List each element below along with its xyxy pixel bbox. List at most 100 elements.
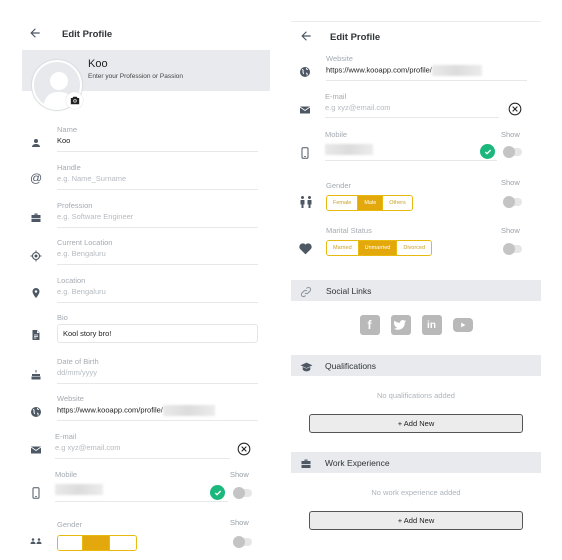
- name-field[interactable]: Name Koo: [22, 123, 258, 153]
- show-label: Show: [230, 518, 249, 527]
- camera-icon[interactable]: [66, 92, 83, 109]
- current-location-input[interactable]: e.g. Bengaluru: [57, 249, 106, 258]
- gender-field: Gender Show: [22, 518, 258, 560]
- back-arrow-icon[interactable]: [299, 29, 315, 45]
- show-gender-toggle[interactable]: [503, 196, 522, 208]
- header: Edit Profile: [291, 25, 541, 49]
- mobile-input[interactable]: [55, 484, 103, 495]
- clear-email-icon[interactable]: [508, 102, 522, 116]
- location-label: Location: [57, 276, 86, 285]
- linkedin-icon[interactable]: in: [421, 315, 442, 335]
- mobile-label: Mobile: [55, 470, 78, 479]
- show-label: Show: [230, 470, 249, 479]
- handle-field[interactable]: Handle @ e.g. Name_Surname: [22, 161, 258, 191]
- facebook-icon[interactable]: f: [359, 315, 380, 335]
- add-work-experience-button[interactable]: + Add New: [309, 511, 523, 530]
- email-label: E-mail: [325, 92, 347, 101]
- profession-label: Profession: [57, 201, 93, 210]
- marital-status-field: Marital Status Show Married Unmarried Di…: [291, 225, 527, 265]
- show-gender-toggle[interactable]: [233, 536, 252, 548]
- social-links-title: Social Links: [326, 285, 372, 296]
- people-icon: [299, 195, 312, 208]
- verified-check-icon: [480, 144, 495, 159]
- profession-field[interactable]: Profession e.g. Software Engineer: [22, 199, 258, 229]
- profile-subtitle[interactable]: Enter your Profession or Passion: [88, 73, 183, 80]
- location-field[interactable]: Location e.g. Bengaluru: [22, 274, 258, 304]
- marital-option-married[interactable]: Married: [327, 241, 359, 255]
- marital-option-unmarried[interactable]: Unmarried: [358, 241, 398, 255]
- gender-label: Gender: [326, 181, 352, 190]
- redacted-username: [162, 405, 215, 416]
- youtube-icon[interactable]: [452, 318, 473, 332]
- social-links-row: f in: [291, 315, 541, 335]
- website-input[interactable]: https://www.kooapp.com/profile/: [57, 405, 215, 416]
- back-arrow-icon[interactable]: [28, 26, 44, 42]
- gender-label: Gender: [57, 520, 83, 529]
- gps-crosshair-icon: [30, 249, 42, 262]
- twitter-icon[interactable]: [390, 315, 411, 335]
- divider: [291, 21, 541, 22]
- dob-input[interactable]: dd/mm/yyyy: [57, 368, 97, 377]
- website-field[interactable]: Website https://www.kooapp.com/profile/: [22, 392, 258, 422]
- show-label: Show: [501, 130, 520, 139]
- current-location-label: Current Location: [57, 238, 113, 247]
- dob-field[interactable]: Date of Birth dd/mm/yyyy: [22, 355, 258, 385]
- show-mobile-toggle[interactable]: [503, 146, 522, 158]
- at-sign-icon: @: [30, 171, 43, 185]
- name-label: Name: [57, 125, 78, 134]
- qualifications-section-header: Qualifications: [291, 355, 541, 376]
- globe-icon: [30, 405, 42, 417]
- add-qualification-button[interactable]: + Add New: [309, 414, 523, 433]
- document-icon: [30, 328, 42, 340]
- website-input[interactable]: https://www.kooapp.com/profile/: [326, 65, 482, 76]
- handle-input[interactable]: e.g. Name_Surname: [57, 174, 126, 183]
- edit-profile-screen-left: Edit Profile Koo Enter your Profession o…: [22, 0, 270, 560]
- redacted-phone-number: [325, 144, 373, 155]
- birthday-cake-icon: [30, 368, 42, 380]
- profile-name[interactable]: Koo: [88, 58, 108, 70]
- gender-option-male[interactable]: Male: [358, 196, 384, 210]
- page-title: Edit Profile: [62, 28, 113, 40]
- gender-option-female[interactable]: Female: [327, 196, 359, 210]
- envelope-icon: [30, 443, 42, 455]
- website-field[interactable]: Website https://www.kooapp.com/profile/: [291, 52, 527, 82]
- smartphone-icon: [30, 486, 42, 499]
- qualifications-empty-message: No qualifications added: [377, 391, 455, 400]
- bio-field: Bio Kool story bro!: [22, 311, 258, 347]
- show-mobile-toggle[interactable]: [233, 487, 252, 499]
- show-marital-status-toggle[interactable]: [503, 243, 522, 255]
- email-field[interactable]: E-mail e.g xyz@email.com: [291, 90, 527, 120]
- globe-icon: [299, 65, 311, 77]
- marital-option-divorced[interactable]: Divorced: [397, 241, 432, 255]
- clear-email-icon[interactable]: [237, 442, 251, 456]
- location-input[interactable]: e.g. Bengaluru: [57, 287, 106, 296]
- mobile-input[interactable]: [325, 144, 373, 155]
- mobile-field[interactable]: Mobile Show: [291, 128, 527, 166]
- email-input[interactable]: e.g xyz@email.com: [325, 103, 391, 112]
- profession-input[interactable]: e.g. Software Engineer: [57, 212, 133, 221]
- redacted-phone-number: [55, 484, 103, 495]
- page-title: Edit Profile: [330, 31, 381, 43]
- website-label: Website: [57, 394, 84, 403]
- name-input[interactable]: Koo: [57, 136, 70, 145]
- email-label: E-mail: [55, 432, 77, 441]
- redacted-username: [431, 65, 482, 76]
- mobile-field[interactable]: Mobile Show: [22, 468, 258, 506]
- gender-field: Gender Show Female Male Others: [291, 176, 527, 216]
- gender-selector[interactable]: Female Male Others: [326, 195, 413, 211]
- email-input[interactable]: e.g xyz@email.com: [55, 443, 121, 452]
- briefcase-icon: [30, 211, 42, 223]
- current-location-field[interactable]: Current Location e.g. Bengaluru: [22, 236, 258, 266]
- people-icon: [30, 532, 42, 544]
- briefcase-icon: [300, 457, 312, 469]
- gender-option-others[interactable]: Others: [383, 196, 412, 210]
- marital-status-label: Marital Status: [326, 226, 372, 235]
- email-field[interactable]: E-mail e.g xyz@email.com: [22, 430, 258, 460]
- work-experience-empty-message: No work experience added: [371, 488, 461, 497]
- link-icon: [300, 285, 312, 297]
- person-icon: [30, 136, 42, 148]
- dob-label: Date of Birth: [57, 357, 99, 366]
- gender-selector[interactable]: [57, 535, 137, 551]
- marital-status-selector[interactable]: Married Unmarried Divorced: [326, 240, 433, 256]
- bio-textarea[interactable]: Kool story bro!: [57, 324, 258, 343]
